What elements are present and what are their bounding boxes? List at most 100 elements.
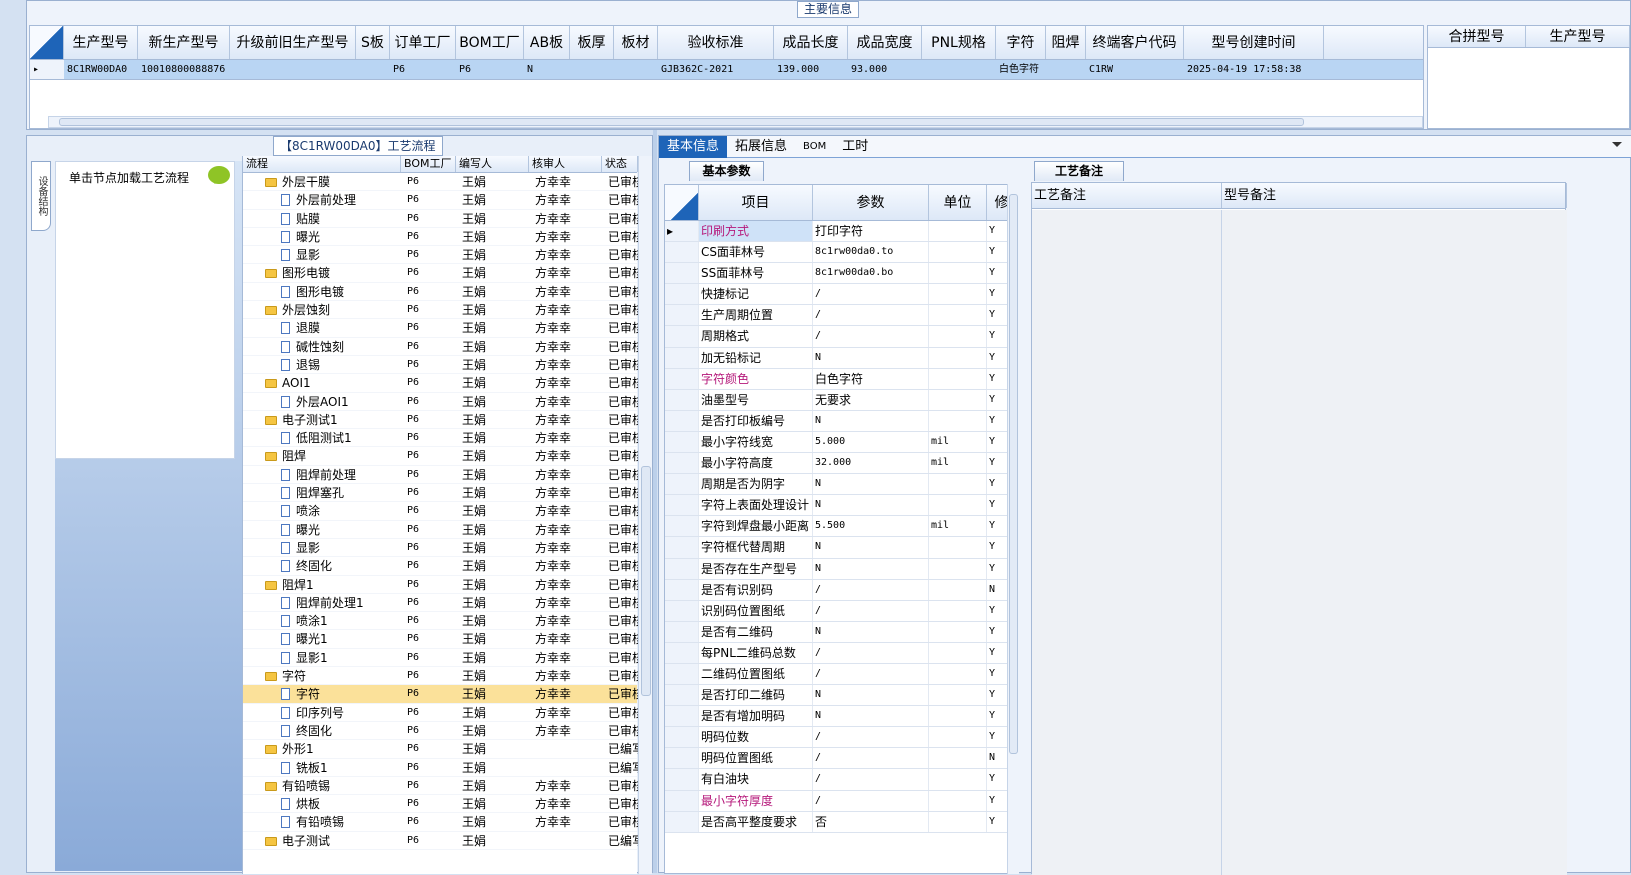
param-value[interactable]: 8c1rw00da0.bo [813,263,929,284]
param-value[interactable]: 32.000 [813,453,929,474]
tree-node[interactable]: 外层AOI1 [243,393,401,410]
tree-row[interactable]: 铣板1 P6 王娟 已编写 [243,759,638,777]
tree-row[interactable]: 外层AOI1 P6 王娟 方幸幸 已审核 [243,393,638,411]
tree-node[interactable]: 喷涂1 [243,612,401,629]
param-value[interactable]: / [813,284,929,305]
tree-node[interactable]: 电子测试 [243,832,401,849]
tree-row[interactable]: 碱性蚀刻 P6 王娟 方幸幸 已审核 [243,338,638,356]
param-value[interactable]: 5.000 [813,431,929,453]
param-value[interactable]: / [813,305,929,326]
tree-row[interactable]: 显影 P6 王娟 方幸幸 已审核 [243,246,638,265]
process-notes-column[interactable] [1032,210,1222,875]
tree-row[interactable]: 字符 P6 王娟 方幸幸 已审核 [243,685,638,704]
tree-node[interactable]: 外层干膜 [243,173,401,190]
tree-node[interactable]: 外层蚀刻 [243,301,401,318]
main-col-header[interactable]: 终端客户代码 [1086,26,1184,59]
main-cell[interactable] [570,60,614,79]
tree-row[interactable]: 图形电镀 P6 王娟 方幸幸 已审核 [243,283,638,302]
main-cell[interactable]: 10010800088876 [138,60,230,79]
scroll-thumb[interactable] [59,118,1304,126]
tree-node[interactable]: 印序列号 [243,704,401,721]
splitter[interactable] [653,130,657,873]
param-row[interactable]: 字符上表面处理设计 N Y [665,495,1016,517]
tree-row[interactable]: 喷涂1 P6 王娟 方幸幸 已审核 [243,612,638,631]
tree-node[interactable]: 退膜 [243,319,401,336]
tree-col-header[interactable]: 核审人 [529,156,602,172]
scroll-thumb[interactable] [1009,194,1018,754]
tree-node[interactable]: 阻焊 [243,447,401,464]
param-row[interactable]: 明码位数 / Y [665,727,1016,749]
param-row[interactable]: 是否存在生产型号 N Y [665,558,1016,580]
model-notes-column[interactable] [1222,210,1567,875]
tree-node[interactable]: 贴膜 [243,210,401,227]
param-row[interactable]: 加无铅标记 N Y [665,347,1016,369]
main-grid-row[interactable]: ▸ 8C1RW00DA0 10010800088876 P6 P6 N GJB362C-20… [30,60,1423,80]
tab-process-notes[interactable]: 工艺备注 [1034,161,1124,181]
param-row[interactable]: 字符框代替周期 N Y [665,537,1016,559]
tree-node[interactable]: 图形电镀 [243,283,401,300]
tree-row[interactable]: 阻焊1 P6 王娟 方幸幸 已审核 [243,576,638,594]
main-cell[interactable]: P6 [456,60,524,79]
tree-row[interactable]: 烘板 P6 王娟 方幸幸 已审核 [243,795,638,814]
main-cell[interactable]: 93.000 [848,60,922,79]
param-row[interactable]: 识别码位置图纸 / Y [665,600,1016,622]
tree-node[interactable]: AOI1 [243,374,401,391]
param-scrollbar[interactable] [1007,184,1019,874]
main-col-header[interactable]: 型号创建时间 [1184,26,1324,59]
main-col-header[interactable]: 验收标准 [658,26,774,59]
param-value[interactable]: N [813,621,929,642]
tree-row[interactable]: 外形1 P6 王娟 已编写 [243,740,638,759]
param-value[interactable]: N [813,685,929,706]
param-col-header[interactable]: 单位 [929,185,987,220]
tree-row[interactable]: 曝光 P6 王娟 方幸幸 已审核 [243,228,638,247]
tree-node[interactable]: 铣板1 [243,759,401,776]
tree-node[interactable]: 显影 [243,246,401,263]
param-value[interactable]: 8c1rw00da0.to [813,242,929,263]
tree-row[interactable]: 曝光 P6 王娟 方幸幸 已审核 [243,521,638,539]
tree-col-header[interactable]: 状态 [602,156,638,172]
main-cell[interactable]: 139.000 [774,60,848,79]
main-cell[interactable] [922,60,996,79]
tab-3[interactable]: 工时 [834,136,876,158]
param-row[interactable]: 有白油块 / Y [665,769,1016,791]
tree-node[interactable]: 有铅喷锡 [243,777,401,794]
param-value[interactable]: / [813,748,929,769]
param-value[interactable]: / [813,600,929,621]
scroll-thumb[interactable] [641,466,651,696]
tree-node[interactable]: 外层前处理 [243,191,401,208]
param-value[interactable]: 否 [813,811,929,832]
param-row[interactable]: 油墨型号 无要求 Y [665,389,1016,411]
tree-row[interactable]: 有铅喷锡 P6 王娟 方幸幸 已审核 [243,813,638,832]
device-structure-tab[interactable]: 设备结构 [31,161,51,231]
main-col-header[interactable]: 生产型号 [64,26,138,59]
param-value[interactable]: / [813,727,929,748]
tree-node[interactable]: 显影1 [243,649,401,666]
tree-col-header[interactable]: BOM工厂 [401,156,456,172]
tree-row[interactable]: 显影1 P6 王娟 方幸幸 已审核 [243,649,638,668]
main-cell[interactable]: 白色字符 [996,60,1046,79]
tree-row[interactable]: 阻焊塞孔 P6 王娟 方幸幸 已审核 [243,484,638,503]
tree-row[interactable]: 显影 P6 王娟 方幸幸 已审核 [243,539,638,558]
param-row[interactable]: 最小字符厚度 / Y [665,790,1016,812]
notes-col-header[interactable]: 型号备注 [1222,183,1567,208]
param-row[interactable]: 是否有二维码 N Y [665,621,1016,643]
tree-row[interactable]: 贴膜 P6 王娟 方幸幸 已审核 [243,210,638,228]
param-value[interactable]: N [813,495,929,516]
tree-row[interactable]: 退锡 P6 王娟 方幸幸 已审核 [243,356,638,375]
param-row[interactable]: 最小字符线宽 5.000 mil Y [665,431,1016,454]
tree-row[interactable]: 阻焊 P6 王娟 方幸幸 已审核 [243,447,638,466]
tree-node[interactable]: 字符 [243,685,401,702]
param-value[interactable]: N [813,474,929,495]
tree-node[interactable]: 终固化 [243,557,401,574]
tab-0[interactable]: 基本信息 [659,136,728,158]
param-value[interactable]: 白色字符 [813,368,929,389]
tree-node[interactable]: 显影 [243,539,401,556]
main-cell[interactable]: 2025-04-19 17:58:38 [1184,60,1324,79]
param-row[interactable]: SS面菲林号 8c1rw00da0.bo Y [665,263,1016,285]
tree-row[interactable]: 有铅喷锡 P6 王娟 方幸幸 已审核 [243,777,638,796]
main-cell[interactable] [614,60,658,79]
param-row[interactable]: ▸ 印刷方式 打印字符 Y [665,221,1016,243]
tree-row[interactable]: 字符 P6 王娟 方幸幸 已审核 [243,667,638,686]
tree-row[interactable]: AOI1 P6 王娟 方幸幸 已审核 [243,374,638,393]
param-row[interactable]: 是否有增加明码 N Y [665,706,1016,728]
